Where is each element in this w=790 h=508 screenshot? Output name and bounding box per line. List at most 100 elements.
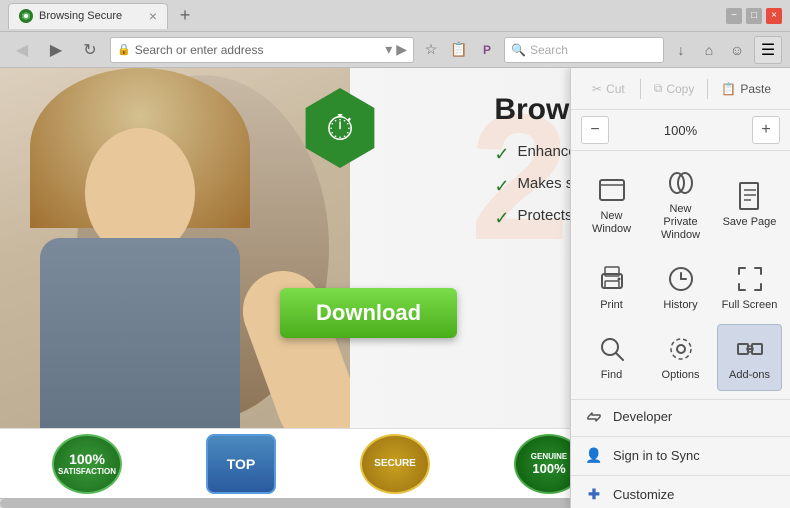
zoom-row: − 100% + (571, 110, 790, 151)
cut-label: Cut (606, 82, 625, 96)
new-window-label: New Window (583, 210, 640, 236)
reading-list-icon[interactable]: 📋 (448, 39, 470, 61)
minimize-button[interactable]: − (726, 8, 742, 24)
nav-bar: ◀ ▶ ↻ 🔒 Search or enter address ▾ ▶ ☆ 📋 … (0, 32, 790, 68)
paste-label: Paste (740, 82, 771, 96)
search-placeholder: Search (530, 43, 568, 57)
download-label: Download (316, 300, 421, 326)
options-icon (665, 333, 697, 365)
menu-separator-1 (571, 436, 790, 437)
add-ons-icon (734, 333, 766, 365)
menu-button[interactable]: ☰ (754, 36, 782, 64)
new-window-icon (596, 174, 628, 206)
zoom-in-button[interactable]: + (752, 116, 780, 144)
history-icon (665, 263, 697, 295)
download-icon[interactable]: ↓ (670, 39, 692, 61)
sign-in-label: Sign in to Sync (613, 448, 700, 463)
paste-button[interactable]: 📋 Paste (712, 77, 780, 101)
person-icon[interactable]: ☺ (726, 39, 748, 61)
tab-close-button[interactable]: × (149, 9, 157, 23)
sign-in-icon: 👤 (585, 447, 603, 465)
new-private-window-item[interactable]: New Private Window (648, 159, 713, 251)
copy-label: Copy (666, 82, 694, 96)
print-icon (596, 263, 628, 295)
save-page-icon (734, 180, 766, 212)
address-bar[interactable]: 🔒 Search or enter address ▾ ▶ (110, 37, 414, 63)
full-screen-item[interactable]: Full Screen (717, 255, 782, 320)
customize-label: Customize (613, 487, 674, 502)
logo-icon: ⏱ (326, 107, 354, 150)
find-item[interactable]: Find (579, 324, 644, 391)
badge-2: TOP (206, 434, 276, 494)
content-area: 247 (0, 68, 790, 508)
address-bar-icons: ▾ ▶ (385, 41, 407, 58)
person-image (0, 68, 350, 428)
logo-hexagon: ⏱ (300, 88, 380, 168)
zoom-out-button[interactable]: − (581, 116, 609, 144)
new-window-item[interactable]: New Window (579, 159, 644, 251)
customize-icon: ✚ (585, 486, 603, 504)
cut-icon: ✂ (592, 82, 602, 96)
find-label: Find (601, 369, 622, 382)
search-bar[interactable]: 🔍 Search (504, 37, 664, 63)
print-item[interactable]: Print (579, 255, 644, 320)
sign-in-item[interactable]: 👤 Sign in to Sync (571, 439, 790, 473)
forward-button[interactable]: ▶ (42, 36, 70, 64)
lock-icon: 🔒 (117, 43, 131, 56)
clipboard-row: ✂ Cut ⧉ Copy 📋 Paste (571, 68, 790, 110)
options-item[interactable]: Options (648, 324, 713, 391)
pocket-icon[interactable]: P (476, 39, 498, 61)
print-label: Print (600, 299, 623, 312)
options-label: Options (662, 369, 700, 382)
check-icon-3: ✓ (494, 208, 509, 229)
developer-icon (585, 408, 603, 426)
home-icon[interactable]: ⌂ (698, 39, 720, 61)
add-ons-label: Add-ons (729, 369, 770, 382)
history-label: History (663, 299, 697, 312)
back-button[interactable]: ◀ (8, 36, 36, 64)
download-button[interactable]: Download (280, 288, 457, 338)
address-text: Search or enter address (135, 43, 385, 57)
cut-button[interactable]: ✂ Cut (581, 77, 636, 101)
browser-window: Browsing Secure × + − □ × ◀ ▶ ↻ 🔒 Search… (0, 0, 790, 508)
menu-separator-2 (571, 475, 790, 476)
scrollbar-thumb[interactable] (0, 499, 632, 508)
site-logo: ⏱ (300, 88, 380, 168)
new-private-window-label: New Private Window (652, 203, 709, 243)
close-button[interactable]: × (766, 8, 782, 24)
menu-grid: New Window New Private Window (571, 151, 790, 400)
copy-icon: ⧉ (654, 81, 663, 96)
find-icon (596, 333, 628, 365)
search-icon: 🔍 (511, 43, 526, 57)
full-screen-icon (734, 263, 766, 295)
maximize-button[interactable]: □ (746, 8, 762, 24)
history-item[interactable]: History (648, 255, 713, 320)
add-ons-item[interactable]: Add-ons (717, 324, 782, 391)
new-tab-button[interactable]: + (172, 3, 198, 29)
badge-1: 100% SATISFACTION (52, 434, 122, 494)
tab-favicon (19, 9, 33, 23)
browser-tab[interactable]: Browsing Secure × (8, 3, 168, 29)
address-dropdown-icon[interactable]: ▾ (385, 41, 392, 58)
title-bar: Browsing Secure × + − □ × (0, 0, 790, 32)
zoom-value: 100% (613, 123, 748, 138)
check-icon-1: ✓ (494, 144, 509, 165)
dropdown-menu: ✂ Cut ⧉ Copy 📋 Paste − 100% + (570, 68, 790, 508)
new-private-window-icon (665, 167, 697, 199)
copy-button[interactable]: ⧉ Copy (645, 76, 704, 101)
customize-item[interactable]: ✚ Customize (571, 478, 790, 508)
window-controls: − □ × (726, 8, 782, 24)
reload-button[interactable]: ↻ (76, 36, 104, 64)
check-icon-2: ✓ (494, 176, 509, 197)
full-screen-label: Full Screen (722, 299, 778, 312)
save-page-label: Save Page (723, 216, 777, 229)
hamburger-icon: ☰ (761, 40, 775, 60)
separator-2 (707, 79, 708, 99)
paste-icon: 📋 (721, 82, 736, 96)
go-button[interactable]: ▶ (396, 41, 407, 58)
bookmark-star-icon[interactable]: ☆ (420, 39, 442, 61)
save-page-item[interactable]: Save Page (717, 159, 782, 251)
tab-title: Browsing Secure (39, 10, 141, 22)
separator-1 (640, 79, 641, 99)
developer-item[interactable]: Developer (571, 400, 790, 434)
